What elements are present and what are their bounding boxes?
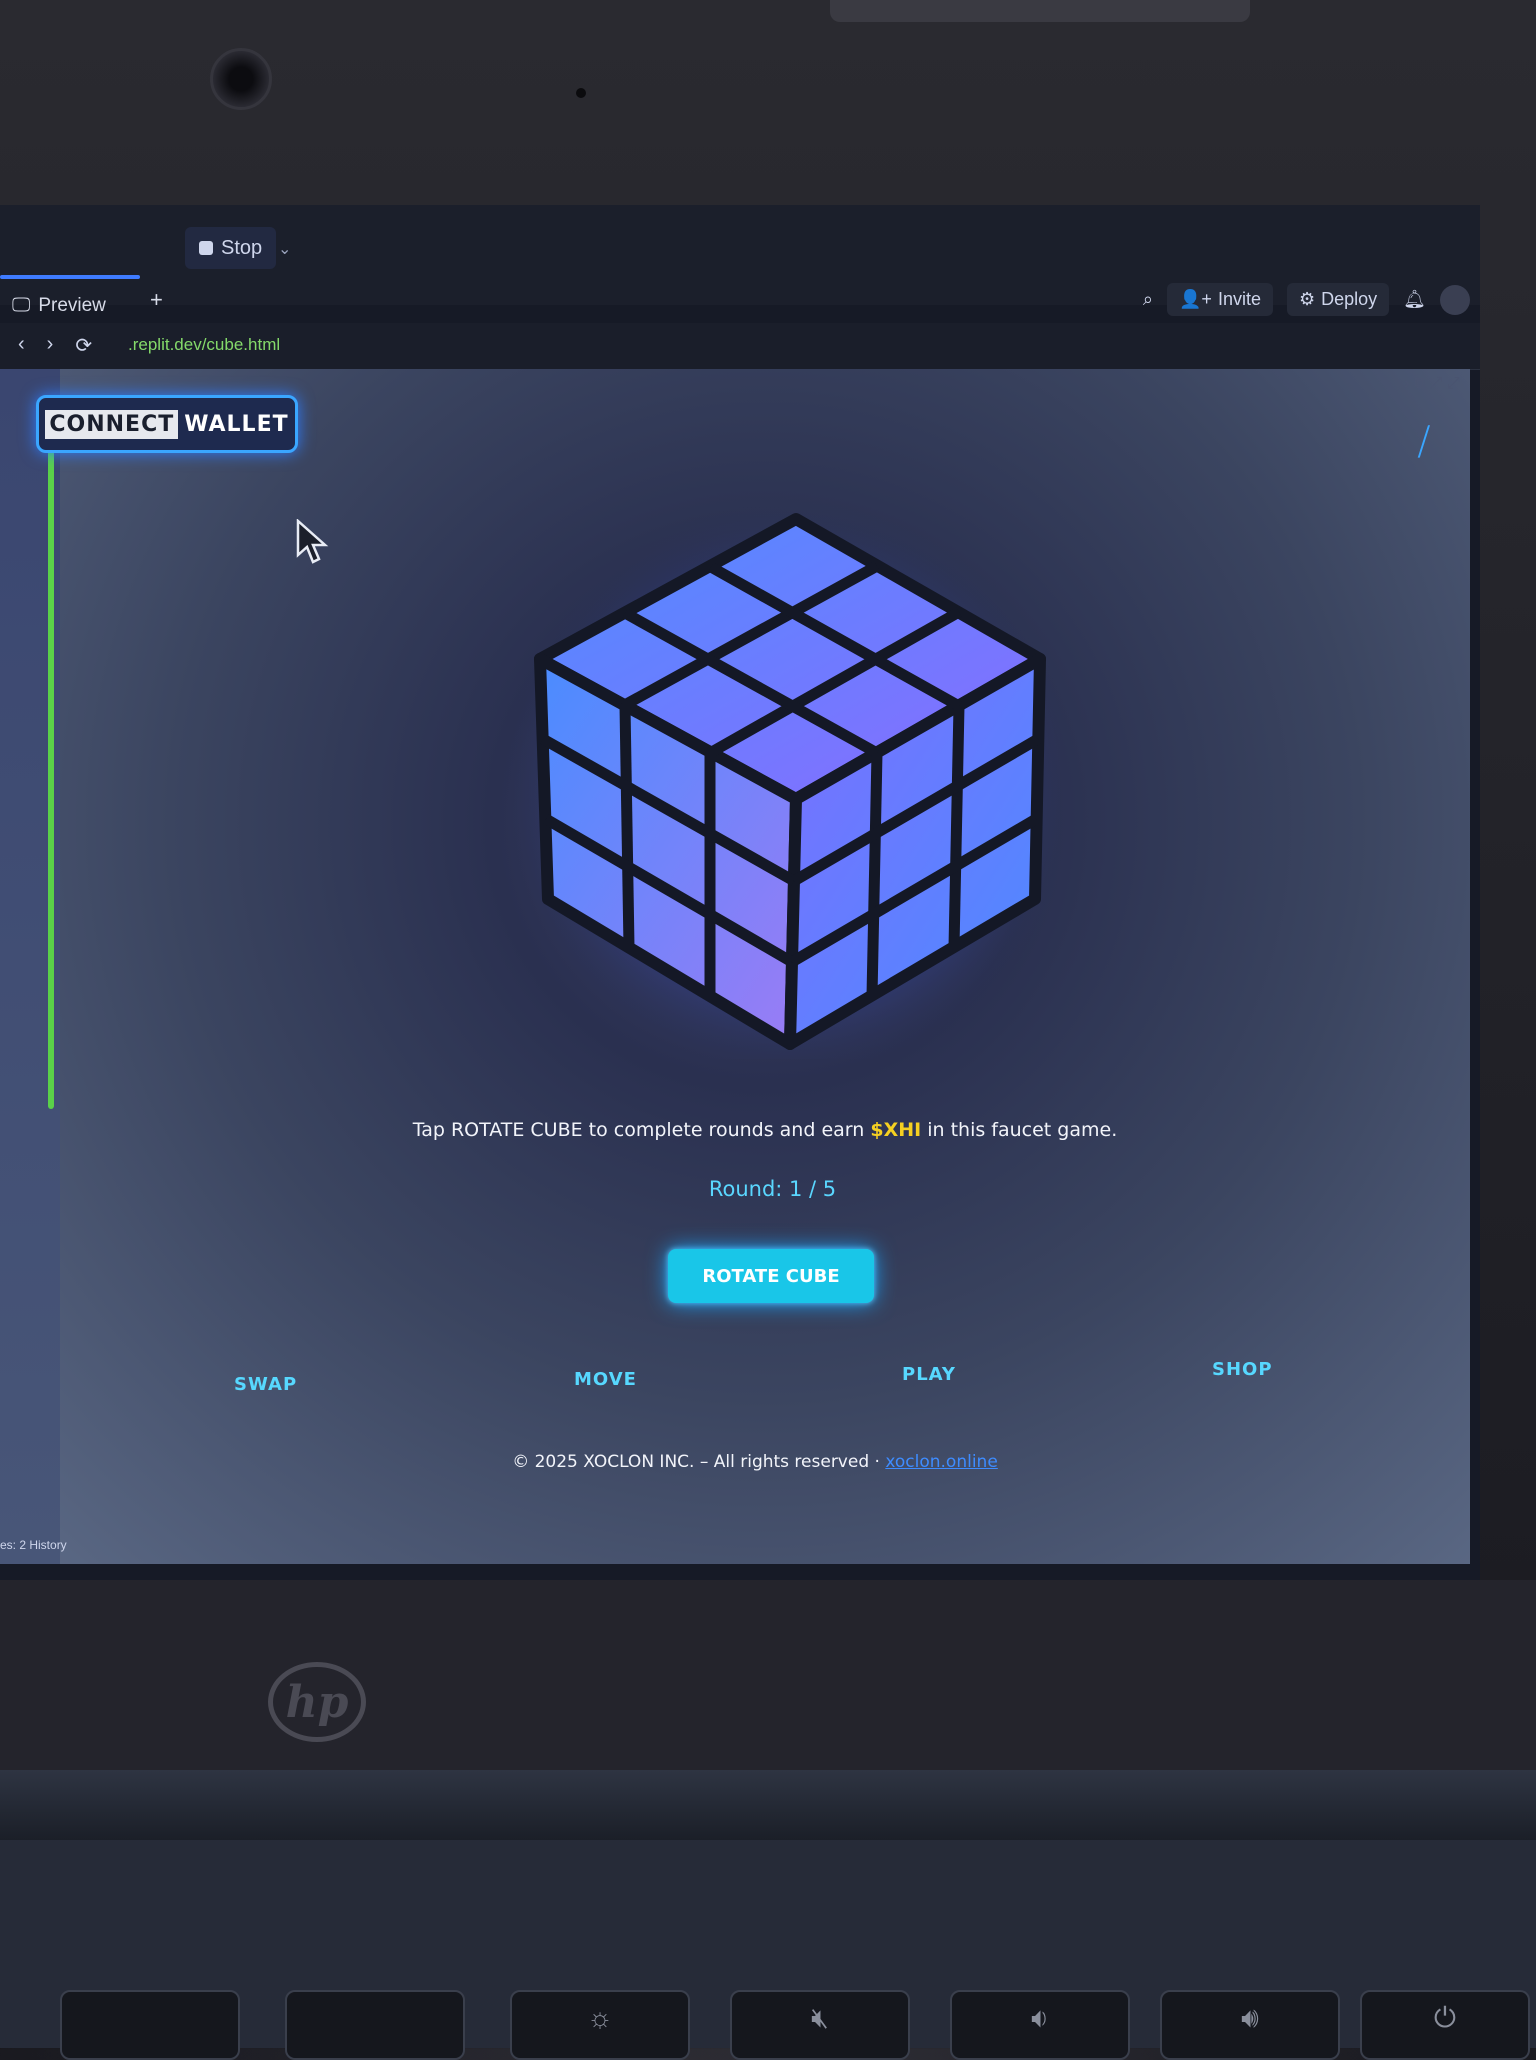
key-mute[interactable]: 🔇︎	[730, 1990, 910, 2060]
reload-icon[interactable]: ⟳	[75, 333, 92, 358]
nav-shop[interactable]: SHOP	[1212, 1359, 1273, 1380]
stop-label: Stop	[221, 236, 263, 259]
nav-swap[interactable]: SWAP	[234, 1374, 297, 1395]
rotate-cube-button[interactable]: ROTATE CUBE	[668, 1249, 874, 1303]
volume-up-icon: 🔊︎	[1241, 2002, 1259, 2033]
wallet-label: WALLET	[184, 411, 289, 437]
game-description: Tap ROTATE CUBE to complete rounds and e…	[0, 1119, 1480, 1141]
laptop-hinge	[0, 1770, 1536, 1840]
laptop-screen: Stop ⌄ 🖵 Preview + ⌕ 👤+ Invite ⚙ Deploy …	[0, 205, 1480, 1580]
stop-button[interactable]: Stop	[185, 227, 277, 269]
webcam-indicator	[576, 88, 586, 98]
search-icon[interactable]: ⌕	[1143, 289, 1153, 310]
back-icon[interactable]: ‹	[18, 333, 25, 358]
key-f2[interactable]	[285, 1990, 465, 2060]
rubiks-cube-graphic	[500, 499, 1060, 1059]
add-tab-icon[interactable]: +	[150, 287, 163, 313]
connect-label: CONNECT	[45, 409, 179, 439]
add-user-icon: 👤+	[1179, 289, 1212, 309]
side-footer: es: 2 History	[0, 1538, 67, 1552]
key-volume-up[interactable]: 🔊︎	[1160, 1990, 1340, 2060]
bell-icon[interactable]: 🔔︎	[1403, 289, 1426, 310]
description-suffix: in this faucet game.	[921, 1119, 1118, 1141]
footer-link[interactable]: xoclon.online	[885, 1452, 997, 1472]
nav-play[interactable]: PLAY	[902, 1364, 956, 1385]
lower-bezel	[0, 1580, 1536, 1770]
round-counter: Round: 1 / 5	[708, 1177, 837, 1201]
footer: © 2025 XOCLON INC. – All rights reserved…	[0, 1452, 1480, 1472]
side-scroll-indicator[interactable]	[48, 429, 54, 1109]
token-symbol: $XHI	[870, 1119, 922, 1141]
hp-logo: hp	[268, 1662, 366, 1742]
brightness-icon: ☼	[587, 2002, 613, 2033]
mute-icon: 🔇︎	[811, 2002, 829, 2033]
expand-icons[interactable]: › ⧉ ↗ ⤢	[1404, 375, 1460, 393]
deploy-button[interactable]: ⚙ Deploy	[1286, 283, 1390, 316]
connect-wallet-button[interactable]: CONNECT WALLET	[36, 395, 298, 453]
pen-icon[interactable]: ⧸	[1418, 421, 1430, 464]
ide-tabbar: Stop ⌄ 🖵 Preview + ⌕ 👤+ Invite ⚙ Deploy …	[0, 205, 1480, 316]
key-f1[interactable]	[60, 1990, 240, 2060]
description-prefix: Tap ROTATE CUBE to complete rounds and e…	[412, 1119, 871, 1141]
key-brightness[interactable]: ☼	[510, 1990, 690, 2060]
key-power[interactable]: ⏻	[1360, 1990, 1530, 2060]
stop-icon	[199, 241, 213, 255]
app-viewport: es: 2 History › ⧉ ↗ ⤢ CONNECT WALLET ⧸ T…	[0, 369, 1470, 1564]
footer-copyright: © 2025 XOCLON INC. – All rights reserved…	[512, 1452, 886, 1472]
monitor-icon: 🖵	[12, 295, 31, 316]
tab-preview-label: Preview	[38, 295, 106, 316]
webcam	[210, 48, 272, 110]
forward-icon[interactable]: ›	[47, 333, 54, 358]
lid-edge	[830, 0, 1250, 22]
preview-urlbar: ‹ › ⟳ .replit.dev/cube.html	[0, 323, 1480, 370]
chevron-down-icon[interactable]: ⌄	[278, 239, 291, 259]
preview-nav: ‹ › ⟳	[18, 333, 92, 358]
ide-side-panel: es: 2 History	[0, 369, 67, 1564]
avatar[interactable]	[1440, 284, 1470, 315]
url-field[interactable]: .replit.dev/cube.html	[128, 335, 280, 355]
ide-toolbar-right: ⌕ 👤+ Invite ⚙ Deploy 🔔︎	[1143, 283, 1470, 316]
nav-move[interactable]: MOVE	[574, 1369, 637, 1390]
power-icon: ⏻	[1433, 2002, 1457, 2033]
deploy-label: Deploy	[1321, 289, 1378, 309]
mouse-cursor-icon	[296, 519, 329, 564]
volume-down-icon: 🔉︎	[1031, 2002, 1049, 2033]
key-volume-down[interactable]: 🔉︎	[950, 1990, 1130, 2060]
invite-label: Invite	[1217, 289, 1261, 309]
invite-button[interactable]: 👤+ Invite	[1167, 283, 1273, 316]
deploy-icon: ⚙	[1298, 289, 1316, 309]
